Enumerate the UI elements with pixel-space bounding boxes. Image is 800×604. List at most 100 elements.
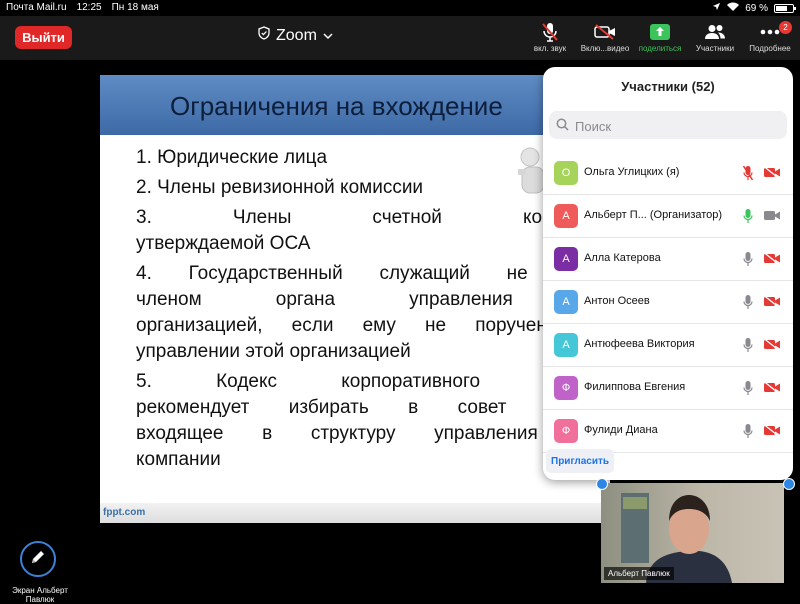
avatar: А bbox=[554, 333, 578, 357]
participant-row[interactable]: А Алла Катерова bbox=[543, 238, 793, 281]
slide-list-item: 2. Члены ревизионной комиссии bbox=[136, 175, 606, 201]
meeting-title[interactable]: Zoom bbox=[258, 26, 333, 45]
slide-line: организацией,еслиемунепорученоуч bbox=[136, 315, 606, 336]
more-label: Подробнее bbox=[749, 44, 791, 53]
share-screen-icon bbox=[630, 21, 690, 43]
slide-line: управлении этой организацией bbox=[136, 341, 411, 362]
mic-icon bbox=[743, 208, 753, 229]
shield-icon bbox=[258, 26, 270, 45]
slide-list-item: 5.Кодекскорпоративногоуправл рекомендуети… bbox=[136, 369, 606, 473]
resize-handle-left[interactable] bbox=[596, 478, 608, 490]
wifi-icon bbox=[727, 2, 740, 14]
participant-row[interactable]: А Антон Осеев bbox=[543, 281, 793, 324]
avatar: А bbox=[554, 290, 578, 314]
participant-row[interactable]: А Альберт П... (Организатор) bbox=[543, 195, 793, 238]
avatar: Ф bbox=[554, 376, 578, 400]
pencil-icon bbox=[30, 549, 46, 570]
participant-name: Альберт П... (Организатор) bbox=[584, 209, 723, 221]
panel-title: Участники (52) bbox=[621, 79, 715, 94]
battery-percent: 69 % bbox=[745, 2, 768, 14]
slide-list-item: 1. Юридические лица bbox=[136, 145, 606, 171]
camera-icon bbox=[763, 251, 781, 270]
slide-line: членоморганауправленияко bbox=[136, 289, 606, 310]
slide-line: 3.Членысчетнойкомиссии bbox=[136, 207, 606, 228]
avatar: Ф bbox=[554, 419, 578, 443]
unmute-label: вкл. звук bbox=[533, 44, 567, 53]
location-icon bbox=[712, 2, 721, 14]
start-video-button[interactable]: Вклю...видео bbox=[575, 21, 635, 53]
leave-button[interactable]: Выйти bbox=[15, 26, 72, 49]
share-label: поделиться bbox=[638, 44, 682, 53]
camera-icon bbox=[763, 423, 781, 442]
avatar: А bbox=[554, 247, 578, 271]
self-video-tile[interactable]: Альберт Павлюк bbox=[601, 483, 784, 583]
slide-line: компании bbox=[136, 449, 221, 470]
participant-row[interactable]: Ф Фулиди Диана bbox=[543, 410, 793, 453]
battery-icon bbox=[774, 3, 796, 13]
search-box bbox=[549, 111, 787, 139]
avatar: А bbox=[554, 204, 578, 228]
slide-line: 5.Кодекскорпоративногоуправл bbox=[136, 371, 606, 392]
slide-list-item: 4.Государственныйслужащийневпра членоморг… bbox=[136, 261, 606, 365]
participant-name: Алла Катерова bbox=[584, 252, 661, 264]
slide-line: утверждаемой ОСА bbox=[136, 233, 311, 254]
participant-name: Ольга Углицких (я) bbox=[584, 166, 680, 178]
camera-icon bbox=[763, 294, 781, 313]
annotate-label: Экран Альберт Павлюк bbox=[12, 586, 68, 604]
participants-icon bbox=[685, 21, 745, 43]
resize-handle-right[interactable] bbox=[783, 478, 795, 490]
more-button[interactable]: Подробнее 2 bbox=[740, 21, 800, 53]
mic-icon bbox=[743, 423, 753, 444]
participant-name: Филиппова Евгения bbox=[584, 381, 686, 393]
slide-list-item: 3.Членысчетнойкомиссии утверждаемой ОСА bbox=[136, 205, 606, 257]
participant-row[interactable]: Ф Филиппова Евгения bbox=[543, 367, 793, 410]
slide-line: 4.Государственныйслужащийневпра bbox=[136, 263, 606, 284]
camera-icon bbox=[763, 165, 781, 184]
start-video-label: Вклю...видео bbox=[580, 44, 630, 53]
chevron-down-icon bbox=[323, 27, 333, 45]
slide-line: 2. Члены ревизионной комиссии bbox=[136, 177, 424, 198]
app-title: Zoom bbox=[276, 26, 317, 44]
participants-button[interactable]: Участники bbox=[685, 21, 745, 53]
search-icon bbox=[556, 118, 569, 136]
invite-button[interactable]: Пригласить bbox=[546, 449, 615, 473]
mic-icon bbox=[743, 294, 753, 315]
participant-name: Фулиди Диана bbox=[584, 424, 658, 436]
slide-body: 1. Юридические лица 2. Члены ревизионной … bbox=[136, 145, 606, 477]
mic-icon bbox=[742, 165, 754, 186]
mic-muted-icon bbox=[520, 21, 580, 43]
participant-list: О Ольга Углицких (я) А Альберт П... (Органи… bbox=[543, 152, 793, 453]
carrier-label: Почта Mail.ru bbox=[6, 2, 67, 13]
share-button[interactable]: поделиться bbox=[630, 21, 690, 53]
video-off-icon bbox=[575, 21, 635, 43]
participant-row[interactable]: А Антюфеева Виктория bbox=[543, 324, 793, 367]
slide-line: рекомендуетизбиратьвсоветдирект bbox=[136, 397, 606, 418]
date-label: Пн 18 мая bbox=[111, 2, 159, 13]
participant-name: Антон Осеев bbox=[584, 295, 650, 307]
participants-label: Участники bbox=[695, 44, 735, 53]
self-video-name: Альберт Павлюк bbox=[604, 567, 674, 580]
camera-icon bbox=[763, 209, 781, 227]
annotate-button[interactable] bbox=[20, 541, 56, 577]
meeting-toolbar: Выйти Zoom вкл. звук Вклю...видео подели… bbox=[0, 16, 800, 60]
mic-icon bbox=[743, 251, 753, 272]
unmute-button[interactable]: вкл. звук bbox=[520, 21, 580, 53]
shared-screen-slide: Ограничения на вхождение 1. Юридические … bbox=[100, 75, 610, 523]
participant-row[interactable]: О Ольга Углицких (я) bbox=[543, 152, 793, 195]
participant-name: Антюфеева Виктория bbox=[584, 338, 695, 350]
status-bar: Почта Mail.ru 12:25 Пн 18 мая 69 % bbox=[0, 0, 800, 16]
mic-icon bbox=[743, 380, 753, 401]
clock: 12:25 bbox=[76, 2, 102, 13]
slide-line: 1. Юридические лица bbox=[136, 147, 328, 168]
mic-icon bbox=[743, 337, 753, 358]
avatar: О bbox=[554, 161, 578, 185]
slide-footer: fppt.com bbox=[100, 503, 610, 523]
participants-panel: Участники (52) О Ольга Углицких (я) А Альбе… bbox=[543, 67, 793, 480]
slide-title: Ограничения на вхождение bbox=[170, 91, 503, 121]
notification-badge: 2 bbox=[779, 21, 792, 34]
camera-icon bbox=[763, 380, 781, 399]
slide-footer-brand: fppt.com bbox=[103, 507, 146, 518]
search-input[interactable] bbox=[573, 115, 777, 137]
slide-line: входящеевструктурууправлениякон bbox=[136, 423, 606, 444]
camera-icon bbox=[763, 337, 781, 356]
